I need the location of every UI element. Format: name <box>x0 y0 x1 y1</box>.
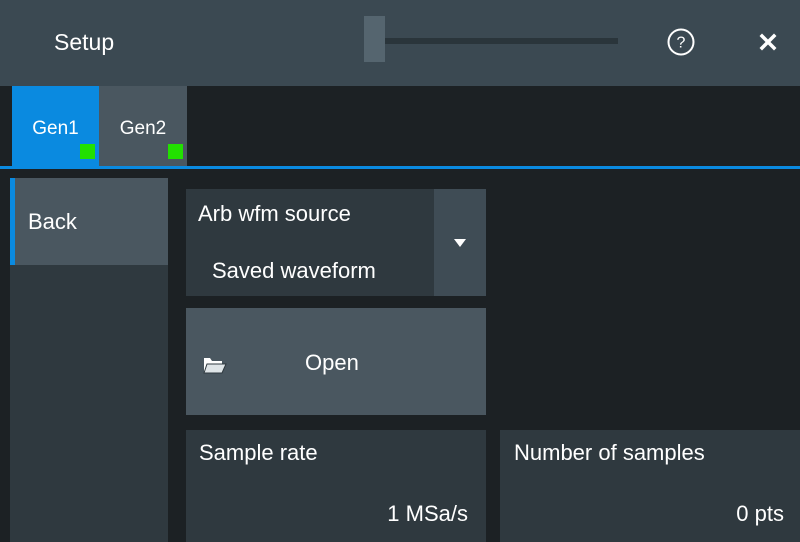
number-of-samples-label: Number of samples <box>514 440 705 465</box>
number-of-samples-field[interactable]: Number of samples 0 pts <box>500 430 800 542</box>
chevron-down-icon <box>454 239 466 247</box>
dialog-title: Setup <box>54 29 115 55</box>
position-slider-handle[interactable] <box>364 16 385 62</box>
tab-gen2-label: Gen2 <box>119 118 167 139</box>
number-of-samples-value: 0 pts <box>736 501 784 526</box>
sidebar: Back <box>10 178 168 542</box>
tab-gen2[interactable]: Gen2 <box>99 86 187 166</box>
open-button-label: Open <box>305 350 359 375</box>
generator-tab-bar: Gen1 Gen2 <box>0 86 800 169</box>
help-circle-icon[interactable]: ? <box>666 27 696 57</box>
arb-wfm-source-dropdown-button[interactable] <box>434 189 486 296</box>
back-button-accent <box>10 178 15 265</box>
open-button[interactable]: Open <box>186 308 486 415</box>
back-button[interactable]: Back <box>10 178 168 265</box>
tab-underline <box>0 166 800 169</box>
arb-wfm-source-select[interactable]: Arb wfm source Saved waveform <box>186 189 434 296</box>
close-icon[interactable] <box>754 28 782 56</box>
sample-rate-field[interactable]: Sample rate 1 MSa/s <box>186 430 486 542</box>
title-bar: Setup ? <box>0 0 800 86</box>
arb-wfm-source-label: Arb wfm source <box>198 201 351 226</box>
tab-gen1-label: Gen1 <box>32 118 79 139</box>
sample-rate-value: 1 MSa/s <box>387 501 468 526</box>
sample-rate-label: Sample rate <box>199 440 318 465</box>
back-button-label: Back <box>28 209 77 234</box>
svg-text:?: ? <box>677 35 686 52</box>
gen2-status-indicator <box>168 144 183 159</box>
folder-open-icon <box>203 358 227 374</box>
gen1-status-indicator <box>80 144 95 159</box>
arb-wfm-source-value: Saved waveform <box>212 258 376 283</box>
position-slider-track[interactable] <box>364 38 618 44</box>
tab-gen1[interactable]: Gen1 <box>12 86 99 166</box>
